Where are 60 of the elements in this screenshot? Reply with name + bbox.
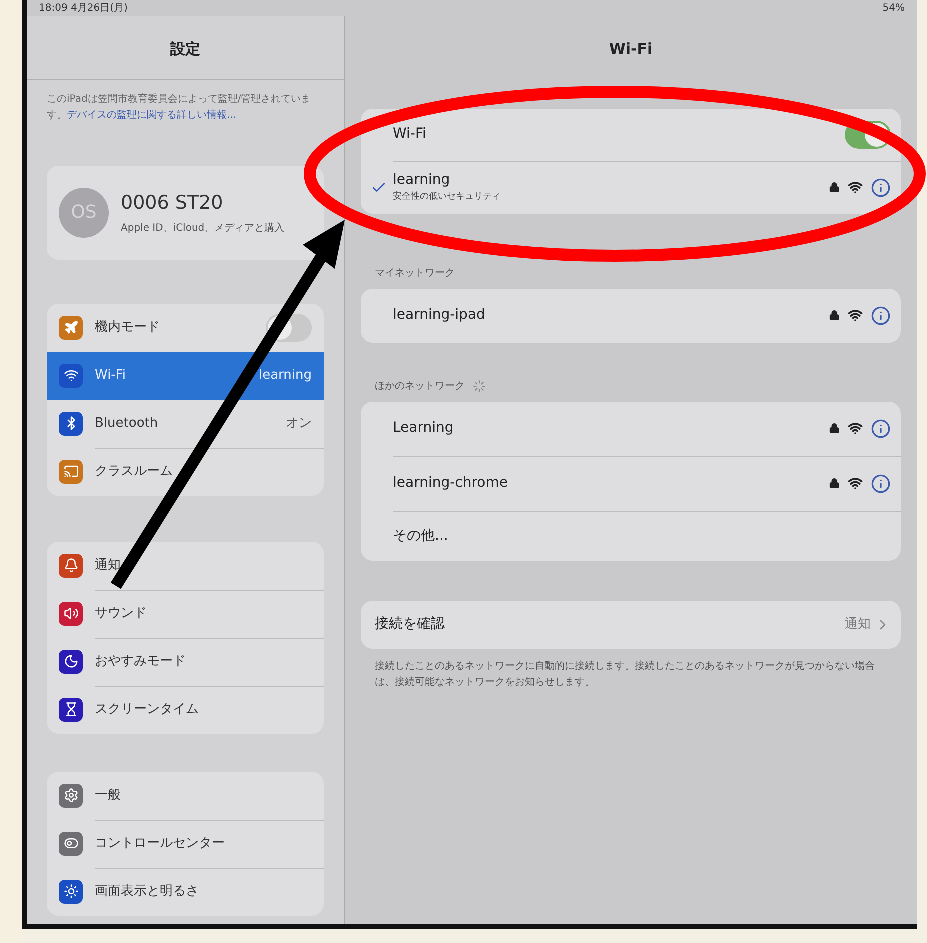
profile-name: 0006 ST20 bbox=[121, 190, 224, 216]
network-name: learning-chrome bbox=[393, 474, 508, 493]
settings-item[interactable]: 一般 bbox=[47, 772, 324, 820]
wifi-icon bbox=[848, 476, 863, 491]
item-label: コントロールセンター bbox=[95, 835, 225, 854]
supervision-notice: このiPadは笠間市教育委員会によって監理/管理されています。デバイスの監理に関する詳しい情報... bbox=[47, 92, 312, 122]
section-header: ほかのネットワーク bbox=[375, 380, 465, 394]
sidebar-title: 設定 bbox=[27, 16, 344, 80]
wifi-icon bbox=[848, 308, 863, 323]
info-icon[interactable] bbox=[871, 306, 891, 326]
item-label: おやすみモード bbox=[95, 653, 186, 672]
wifi-label: Wi-Fi bbox=[393, 125, 426, 144]
ask-to-join-description: 接続したことのあるネットワークに自動的に接続します。接続したことのあるネットワークが見つからない場合は、接続可能なネットワークをお知らせします。 bbox=[374, 660, 876, 690]
network-row[interactable]: learning-chrome bbox=[393, 456, 901, 510]
network-name: Learning bbox=[393, 419, 454, 438]
supervision-info-link[interactable]: デバイスの監理に関する詳しい情報... bbox=[67, 110, 237, 120]
item-label: 機内モード bbox=[95, 318, 160, 337]
page-title: Wi-Fi bbox=[608, 39, 654, 60]
section-header: マイネットワーク bbox=[375, 266, 455, 280]
lock-icon bbox=[829, 478, 840, 489]
item-label: Bluetooth bbox=[95, 414, 158, 433]
network-row[interactable]: learning 安全性の低いセキュリティ bbox=[361, 162, 901, 214]
lock-icon bbox=[829, 310, 840, 321]
settings-item[interactable]: 画面表示と明るさ bbox=[47, 868, 324, 916]
lock-icon bbox=[829, 182, 840, 193]
ask-to-join-row[interactable]: 接続を確認 通知 bbox=[361, 600, 901, 648]
item-value: learning bbox=[258, 366, 312, 385]
profile-subtitle: Apple ID、iCloud、メディアと購入 bbox=[121, 222, 285, 236]
settings-item[interactable]: サウンド bbox=[47, 590, 324, 638]
item-label: 画面表示と明るさ bbox=[95, 883, 199, 902]
ask-to-join-value: 通知 bbox=[845, 616, 871, 634]
wifi-icon bbox=[848, 180, 863, 195]
battery-level: 54% bbox=[882, 2, 905, 16]
settings-item[interactable]: おやすみモード bbox=[47, 638, 324, 686]
item-label: 通知 bbox=[95, 556, 121, 575]
settings-item[interactable]: スクリーンタイム bbox=[47, 686, 324, 734]
network-name: learning-ipad bbox=[393, 306, 486, 325]
security-warning: 安全性の低いセキュリティ bbox=[393, 191, 502, 204]
wifi-icon bbox=[848, 421, 863, 436]
item-label: サウンド bbox=[95, 605, 147, 624]
settings-item[interactable]: Bluetooth オン bbox=[47, 400, 324, 448]
status-time: 18:09 4月26日(月) bbox=[39, 2, 128, 16]
item-label: クラスルーム bbox=[95, 463, 173, 482]
item-label: 一般 bbox=[95, 786, 121, 805]
lock-icon bbox=[829, 423, 840, 434]
item-value: オン bbox=[286, 414, 312, 433]
ask-to-join-label: 接続を確認 bbox=[375, 615, 445, 634]
settings-item[interactable]: クラスルーム bbox=[47, 448, 324, 496]
settings-item[interactable]: 通知 bbox=[47, 542, 324, 590]
network-name: learning bbox=[393, 171, 452, 190]
item-label: Wi-Fi bbox=[95, 366, 126, 385]
settings-item[interactable]: 機内モード bbox=[47, 304, 324, 352]
settings-item[interactable]: コントロールセンター bbox=[47, 820, 324, 868]
settings-item[interactable]: Wi-Fi learning bbox=[47, 352, 324, 400]
item-label: スクリーンタイム bbox=[95, 701, 199, 720]
info-icon[interactable] bbox=[871, 474, 891, 494]
info-icon[interactable] bbox=[871, 418, 891, 438]
other-network-link[interactable]: その他... bbox=[393, 526, 448, 546]
info-icon[interactable] bbox=[871, 178, 891, 198]
network-row[interactable]: Learning bbox=[393, 402, 901, 456]
